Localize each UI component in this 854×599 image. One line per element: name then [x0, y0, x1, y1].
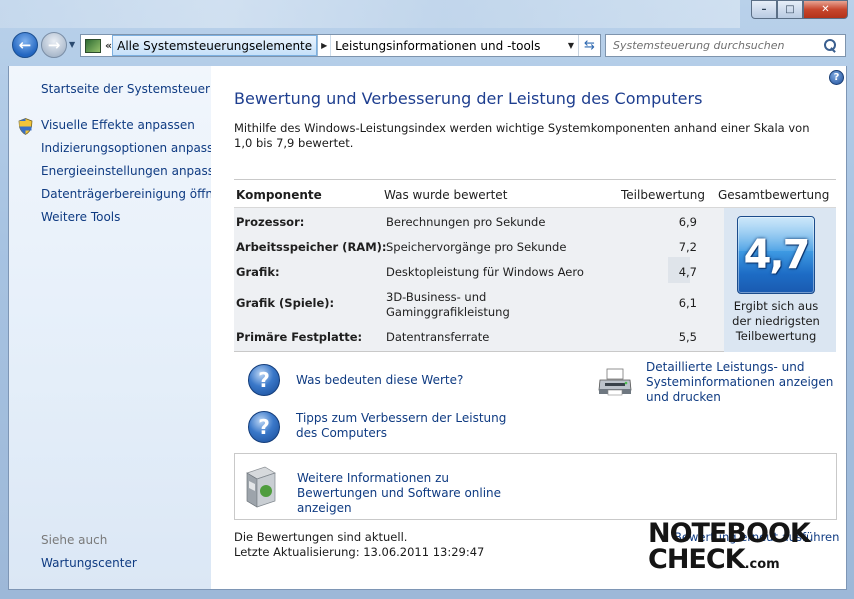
- subscore-value: 6,9: [678, 215, 697, 229]
- performance-tips-link[interactable]: Tipps zum Verbessern der Leistung des Co…: [296, 411, 511, 441]
- detailed-system-info-link[interactable]: Detaillierte Leistungs- und Systeminform…: [646, 360, 841, 405]
- base-score-panel: 4,7 Ergibt sich aus der niedrigsten Teil…: [724, 208, 836, 352]
- component-label: Arbeitsspeicher (RAM):: [236, 240, 387, 254]
- rated-label: 3D-Business- und Gaminggrafikleistung: [386, 290, 510, 319]
- score-table-body: Prozessor: Berechnungen pro Sekunde 6,9 …: [234, 208, 836, 352]
- rated-label: Datentransferrate: [386, 330, 490, 344]
- component-label: Grafik:: [236, 265, 280, 279]
- window-frame: – □ ✕ ← → ▼ « Alle Systemsteuerungseleme…: [0, 0, 854, 599]
- more-info-online-link[interactable]: Weitere Informationen zu Bewertungen und…: [297, 471, 527, 516]
- forward-button[interactable]: →: [41, 32, 67, 58]
- component-label: Primäre Festplatte:: [236, 330, 363, 344]
- subscore-value: 5,5: [678, 330, 697, 344]
- score-table-header: Komponente Was wurde bewertet Teilbewert…: [234, 179, 836, 208]
- sidebar-item-power-settings[interactable]: Energieeinstellungen anpassen: [41, 164, 229, 178]
- search-box[interactable]: [605, 34, 846, 57]
- subscore-value: 6,1: [678, 296, 697, 310]
- notebookcheck-watermark: NOTEBOOK CHECK.com: [648, 520, 848, 581]
- subscore-value: 4,7: [678, 265, 697, 279]
- control-panel-icon: [85, 38, 101, 53]
- sidebar-item-visual-effects[interactable]: Visuelle Effekte anpassen: [41, 118, 195, 132]
- help-question-icon: ?: [248, 411, 280, 443]
- maximize-button[interactable]: □: [777, 0, 803, 19]
- minimize-button[interactable]: –: [751, 0, 777, 19]
- search-icon[interactable]: [823, 38, 837, 53]
- search-input[interactable]: [613, 39, 818, 52]
- caption-buttons: – □ ✕: [751, 0, 848, 19]
- back-button[interactable]: ←: [12, 32, 38, 58]
- breadcrumb-all-control-panel-items[interactable]: Alle Systemsteuerungselemente: [112, 35, 318, 56]
- printer-icon: [598, 368, 632, 396]
- base-score-note: Ergibt sich aus der niedrigsten Teilbewe…: [732, 299, 820, 343]
- breadcrumb-separator-arrow[interactable]: ▶: [317, 35, 332, 56]
- component-label: Prozessor:: [236, 215, 305, 229]
- watermark-suffix: .com: [744, 557, 780, 572]
- subscore-value: 7,2: [678, 240, 697, 254]
- control-panel-home-link[interactable]: Startseite der Systemsteuerung: [41, 82, 233, 96]
- see-also-heading: Siehe auch: [41, 533, 108, 547]
- last-update-text: Letzte Aktualisierung: 13.06.2011 13:29:…: [234, 545, 485, 559]
- score-table: Komponente Was wurde bewertet Teilbewert…: [234, 179, 836, 352]
- refresh-icon[interactable]: ⇆: [578, 35, 600, 56]
- breadcrumb-performance-tools[interactable]: Leistungsinformationen und -tools: [331, 35, 544, 56]
- intro-text: Mithilfe des Windows-Leistungsindex werd…: [234, 121, 810, 150]
- navigation-bar: ← → ▼ « Alle Systemsteuerungselemente ▶ …: [0, 28, 854, 64]
- header-subscore: Teilbewertung: [621, 188, 706, 202]
- watermark-check: CHECK: [648, 544, 746, 575]
- help-question-icon: ?: [248, 364, 280, 396]
- base-score-badge: 4,7: [737, 216, 815, 294]
- software-box-icon: [246, 466, 276, 508]
- breadcrumb-overflow[interactable]: «: [105, 39, 112, 52]
- close-button[interactable]: ✕: [803, 0, 848, 19]
- sidebar-item-indexing-options[interactable]: Indizierungsoptionen anpassen: [41, 141, 228, 155]
- task-sidebar: Startseite der Systemsteuerung Visuelle …: [8, 66, 233, 590]
- status-text: Die Bewertungen sind aktuell.: [234, 530, 408, 544]
- header-basescore: Gesamtbewertung: [718, 188, 830, 202]
- uac-shield-icon: [18, 118, 33, 135]
- page-title: Bewertung und Verbesserung der Leistung …: [234, 89, 703, 108]
- recent-pages-dropdown[interactable]: ▼: [69, 40, 75, 49]
- address-bar[interactable]: « Alle Systemsteuerungselemente ▶ Leistu…: [80, 34, 601, 57]
- header-rated: Was wurde bewertet: [384, 188, 508, 202]
- rated-label: Berechnungen pro Sekunde: [386, 215, 546, 229]
- sidebar-item-disk-cleanup[interactable]: Datenträgerbereinigung öffnen: [41, 187, 228, 201]
- help-icon[interactable]: ?: [829, 70, 844, 85]
- status-area: Die Bewertungen sind aktuell. Letzte Akt…: [234, 530, 484, 560]
- address-dropdown[interactable]: ▼: [564, 41, 578, 50]
- watermark-line2: CHECK.com: [648, 544, 848, 578]
- rated-label: Desktopleistung für Windows Aero: [386, 265, 584, 279]
- sidebar-item-advanced-tools[interactable]: Weitere Tools: [41, 210, 120, 224]
- header-component: Komponente: [236, 188, 322, 202]
- what-do-numbers-mean-link[interactable]: Was bedeuten diese Werte?: [296, 373, 463, 388]
- component-label: Grafik (Spiele):: [236, 296, 335, 310]
- rated-label: Speichervorgänge pro Sekunde: [386, 240, 567, 254]
- main-content: ? Bewertung und Verbesserung der Leistun…: [211, 66, 847, 590]
- title-bar: [0, 0, 740, 28]
- base-score-value: 4,7: [743, 232, 811, 278]
- online-info-box: Weitere Informationen zu Bewertungen und…: [234, 453, 837, 520]
- sidebar-item-action-center[interactable]: Wartungscenter: [41, 556, 137, 570]
